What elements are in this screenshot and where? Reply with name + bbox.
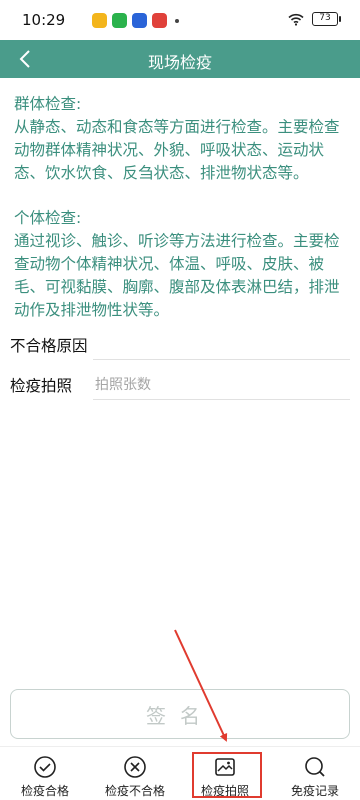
- battery-level: 73: [319, 13, 331, 23]
- tab-quarantine-fail[interactable]: 检疫不合格: [90, 747, 180, 800]
- individual-inspection-title: 个体检查:: [14, 209, 82, 227]
- failure-reason-row: 不合格原因: [0, 330, 360, 360]
- group-inspection-info: 群体检查: 从静态、动态和食态等方面进行检查。主要检查动物群体精神状况、外貌、呼…: [14, 93, 346, 185]
- tab-quarantine-pass-label: 检疫合格: [20, 784, 69, 798]
- check-circle-icon: [34, 756, 56, 778]
- page-title: 现场检疫: [147, 53, 212, 72]
- wallet-app-icon: [92, 13, 107, 28]
- wifi-icon: [288, 13, 304, 26]
- failure-reason-label: 不合格原因: [10, 337, 88, 355]
- photo-count-label: 检疫拍照: [10, 377, 73, 395]
- app-header: 现场检疫: [0, 40, 360, 78]
- annotation-highlight-box: [192, 752, 262, 798]
- photo-count-divider: [93, 399, 350, 400]
- status-bar: 10:29 73: [0, 0, 360, 40]
- tab-immunization-record[interactable]: 免疫记录: [270, 747, 360, 800]
- status-app-icons: [92, 13, 179, 28]
- tab-quarantine-pass[interactable]: 检疫合格: [0, 747, 90, 800]
- tab-immunization-record-label: 免疫记录: [290, 784, 339, 798]
- group-inspection-text: 从静态、动态和食态等方面进行检查。主要检查动物群体精神状况、外貌、呼吸状态、运动…: [14, 118, 340, 182]
- search-icon: [305, 757, 325, 777]
- photo-count-row: 检疫拍照: [0, 370, 360, 400]
- red-app-icon: [152, 13, 167, 28]
- failure-reason-divider: [93, 359, 350, 360]
- individual-inspection-info: 个体检查: 通过视诊、触诊、听诊等方法进行检查。主要检查动物个体精神状况、体温、…: [14, 207, 346, 322]
- x-circle-icon: [124, 756, 146, 778]
- group-inspection-title: 群体检查:: [14, 95, 82, 113]
- failure-reason-input[interactable]: [95, 333, 345, 357]
- individual-inspection-text: 通过视诊、触诊、听诊等方法进行检查。主要检查动物个体精神状况、体温、呼吸、皮肤、…: [14, 232, 340, 319]
- sign-button-label: 签名: [146, 703, 214, 728]
- notification-dot-icon: [175, 18, 179, 23]
- blue-app-icon: [132, 13, 147, 28]
- green-app-icon: [112, 13, 127, 28]
- battery-icon: 73: [312, 12, 341, 26]
- status-time: 10:29: [22, 11, 66, 29]
- photo-count-input[interactable]: [95, 373, 345, 397]
- tab-quarantine-fail-label: 检疫不合格: [104, 784, 165, 798]
- bottom-action-bar: 检疫合格 检疫不合格 检疫拍照 免疫记录: [0, 746, 360, 800]
- status-indicators: 73: [288, 12, 341, 26]
- sign-button[interactable]: 签名: [10, 689, 350, 739]
